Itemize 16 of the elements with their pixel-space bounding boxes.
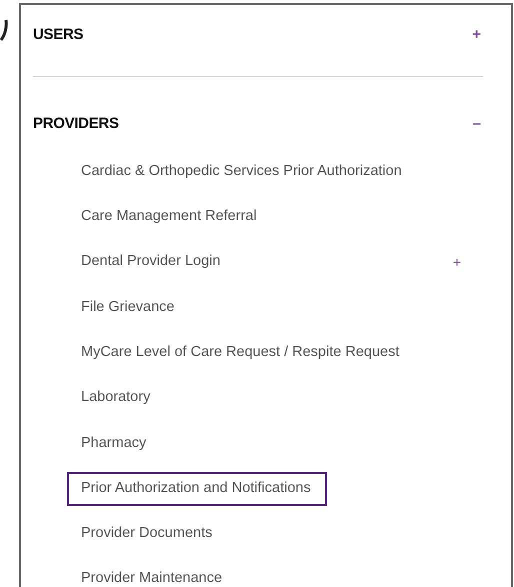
section-heading[interactable]: USERS bbox=[33, 24, 84, 46]
menu-link[interactable]: Pharmacy bbox=[67, 426, 162, 460]
menu-link[interactable]: MyCare Level of Care Request / Respite Request bbox=[67, 336, 416, 370]
menu-link[interactable]: Provider Maintenance bbox=[67, 562, 238, 587]
section-heading[interactable]: PROVIDERS bbox=[33, 112, 119, 136]
menu-link[interactable]: Dental Provider Login bbox=[67, 245, 236, 280]
curve-mark-icon bbox=[0, 18, 8, 41]
expand-toggle[interactable]: + bbox=[452, 252, 461, 273]
menu-link[interactable]: Care Management Referral bbox=[67, 200, 273, 234]
menu-link[interactable]: Provider Documents bbox=[67, 517, 228, 551]
menu-link[interactable]: Cardiac & Orthopedic Services Prior Authorization bbox=[67, 154, 418, 189]
menu-link[interactable]: Prior Authorization and Notifications bbox=[67, 472, 327, 506]
section-toggle[interactable]: + bbox=[470, 24, 483, 46]
menu-link[interactable]: File Grievance bbox=[67, 290, 190, 324]
menu-link[interactable]: Laboratory bbox=[67, 381, 166, 415]
section-toggle[interactable]: – bbox=[470, 112, 483, 136]
